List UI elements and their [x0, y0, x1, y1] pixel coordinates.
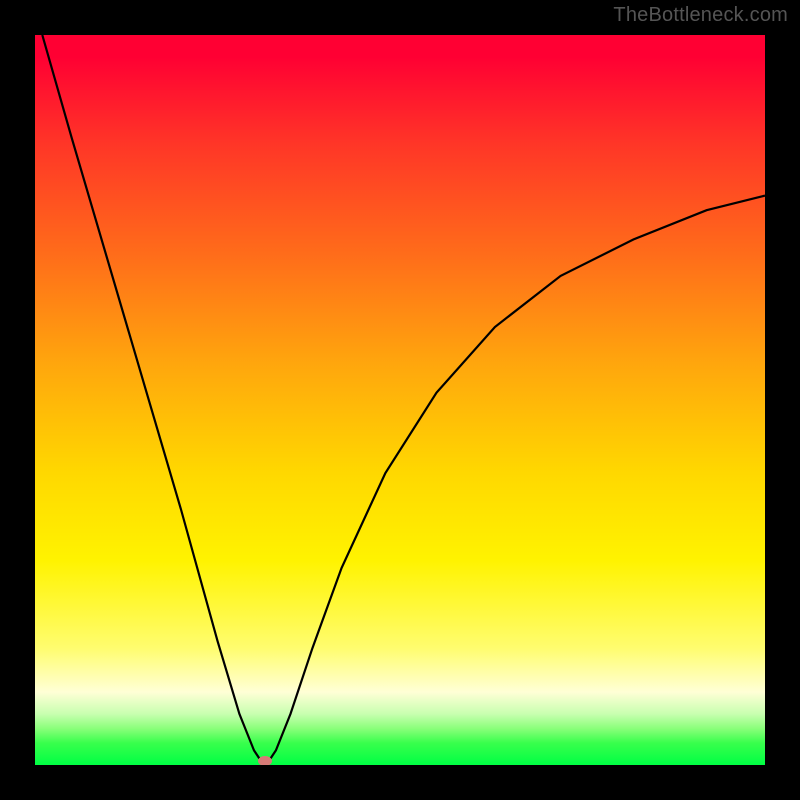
- chart-frame: TheBottleneck.com: [0, 0, 800, 800]
- bottleneck-curve: [35, 35, 765, 765]
- plot-area: [35, 35, 765, 765]
- watermark-text: TheBottleneck.com: [613, 4, 788, 27]
